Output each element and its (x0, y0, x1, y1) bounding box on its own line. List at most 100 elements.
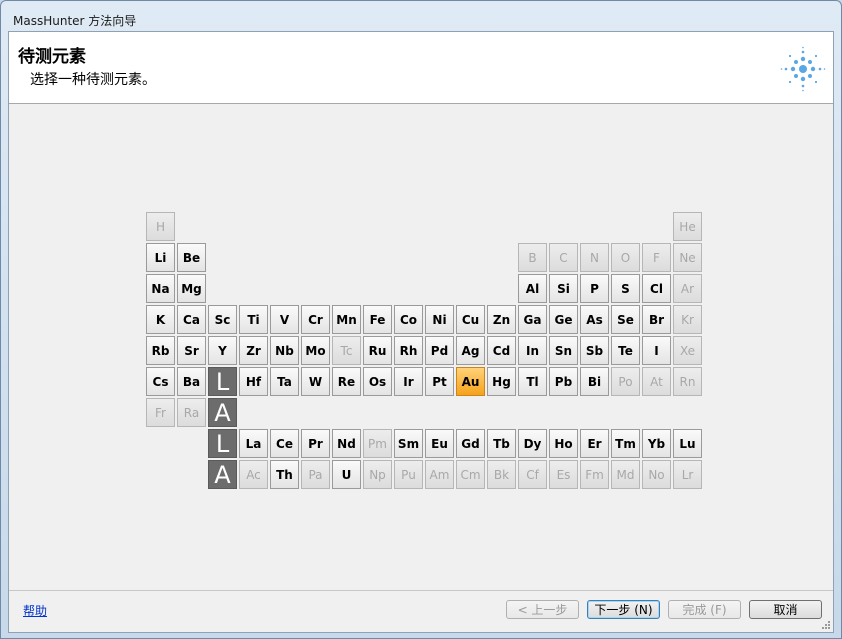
element-er[interactable]: Er (580, 429, 609, 458)
element-sr[interactable]: Sr (177, 336, 206, 365)
element-ho[interactable]: Ho (549, 429, 578, 458)
element-cs[interactable]: Cs (146, 367, 175, 396)
wizard-header: 待测元素 选择一种待测元素。 (9, 32, 833, 104)
element-ni[interactable]: Ni (425, 305, 454, 334)
element-hg[interactable]: Hg (487, 367, 516, 396)
element-in[interactable]: In (518, 336, 547, 365)
element-mo[interactable]: Mo (301, 336, 330, 365)
series-marker-lanthanide: L (208, 367, 237, 396)
element-se[interactable]: Se (611, 305, 640, 334)
element-si[interactable]: Si (549, 274, 578, 303)
element-au[interactable]: Au (456, 367, 485, 396)
element-fe[interactable]: Fe (363, 305, 392, 334)
element-nb[interactable]: Nb (270, 336, 299, 365)
element-gd[interactable]: Gd (456, 429, 485, 458)
element-cu[interactable]: Cu (456, 305, 485, 334)
element-ru[interactable]: Ru (363, 336, 392, 365)
element-pu: Pu (394, 460, 423, 489)
element-tl[interactable]: Tl (518, 367, 547, 396)
element-ir[interactable]: Ir (394, 367, 423, 396)
title-bar: MassHunter 方法向导 (1, 1, 841, 31)
element-no: No (642, 460, 671, 489)
element-fr: Fr (146, 398, 175, 427)
series-marker-actinide: A (208, 460, 237, 489)
wizard-window: MassHunter 方法向导 待测元素 选择一种待测元素。 H Li Be B… (0, 0, 842, 639)
element-w[interactable]: W (301, 367, 330, 396)
element-rb[interactable]: Rb (146, 336, 175, 365)
element-li[interactable]: Li (146, 243, 175, 272)
element-ge[interactable]: Ge (549, 305, 578, 334)
element-cl[interactable]: Cl (642, 274, 671, 303)
element-la[interactable]: La (239, 429, 268, 458)
element-sc[interactable]: Sc (208, 305, 237, 334)
element-mn[interactable]: Mn (332, 305, 361, 334)
element-nd[interactable]: Nd (332, 429, 361, 458)
element-he: He (673, 212, 702, 241)
element-pr[interactable]: Pr (301, 429, 330, 458)
element-tc: Tc (332, 336, 361, 365)
element-hf[interactable]: Hf (239, 367, 268, 396)
element-al[interactable]: Al (518, 274, 547, 303)
wizard-content: 待测元素 选择一种待测元素。 H Li Be B C N O F Na Mg Al (8, 31, 834, 633)
element-at: At (642, 367, 671, 396)
element-lu[interactable]: Lu (673, 429, 702, 458)
element-cd[interactable]: Cd (487, 336, 516, 365)
next-button[interactable]: 下一步 (N) (587, 600, 660, 619)
element-ce[interactable]: Ce (270, 429, 299, 458)
element-sn[interactable]: Sn (549, 336, 578, 365)
element-tm[interactable]: Tm (611, 429, 640, 458)
cancel-button[interactable]: 取消 (749, 600, 822, 619)
element-th[interactable]: Th (270, 460, 299, 489)
element-na[interactable]: Na (146, 274, 175, 303)
element-cr[interactable]: Cr (301, 305, 330, 334)
element-y[interactable]: Y (208, 336, 237, 365)
element-ga[interactable]: Ga (518, 305, 547, 334)
element-lr: Lr (673, 460, 702, 489)
element-v[interactable]: V (270, 305, 299, 334)
element-mg[interactable]: Mg (177, 274, 206, 303)
series-marker-lanthanide: L (208, 429, 237, 458)
element-co[interactable]: Co (394, 305, 423, 334)
element-i[interactable]: I (642, 336, 671, 365)
element-be[interactable]: Be (177, 243, 206, 272)
element-zn[interactable]: Zn (487, 305, 516, 334)
element-zr[interactable]: Zr (239, 336, 268, 365)
element-as[interactable]: As (580, 305, 609, 334)
element-bi[interactable]: Bi (580, 367, 609, 396)
finish-button[interactable]: 完成 (F) (668, 600, 741, 619)
element-n: N (580, 243, 609, 272)
element-u[interactable]: U (332, 460, 361, 489)
element-re[interactable]: Re (332, 367, 361, 396)
element-rh[interactable]: Rh (394, 336, 423, 365)
element-np: Np (363, 460, 392, 489)
element-ag[interactable]: Ag (456, 336, 485, 365)
element-os[interactable]: Os (363, 367, 392, 396)
element-o: O (611, 243, 640, 272)
element-ca[interactable]: Ca (177, 305, 206, 334)
element-ti[interactable]: Ti (239, 305, 268, 334)
back-button[interactable]: < 上一步 (506, 600, 579, 619)
element-pt[interactable]: Pt (425, 367, 454, 396)
element-p[interactable]: P (580, 274, 609, 303)
element-dy[interactable]: Dy (518, 429, 547, 458)
element-sm[interactable]: Sm (394, 429, 423, 458)
element-yb[interactable]: Yb (642, 429, 671, 458)
element-pb[interactable]: Pb (549, 367, 578, 396)
help-link[interactable]: 帮助 (23, 602, 47, 619)
element-ba[interactable]: Ba (177, 367, 206, 396)
element-pd[interactable]: Pd (425, 336, 454, 365)
element-k[interactable]: K (146, 305, 175, 334)
resize-grip-icon[interactable] (821, 620, 831, 630)
element-sb[interactable]: Sb (580, 336, 609, 365)
element-fm: Fm (580, 460, 609, 489)
element-ta[interactable]: Ta (270, 367, 299, 396)
element-c: C (549, 243, 578, 272)
element-te[interactable]: Te (611, 336, 640, 365)
element-s[interactable]: S (611, 274, 640, 303)
element-tb[interactable]: Tb (487, 429, 516, 458)
element-eu[interactable]: Eu (425, 429, 454, 458)
element-ra: Ra (177, 398, 206, 427)
series-marker-actinide: A (208, 398, 237, 427)
element-br[interactable]: Br (642, 305, 671, 334)
element-es: Es (549, 460, 578, 489)
